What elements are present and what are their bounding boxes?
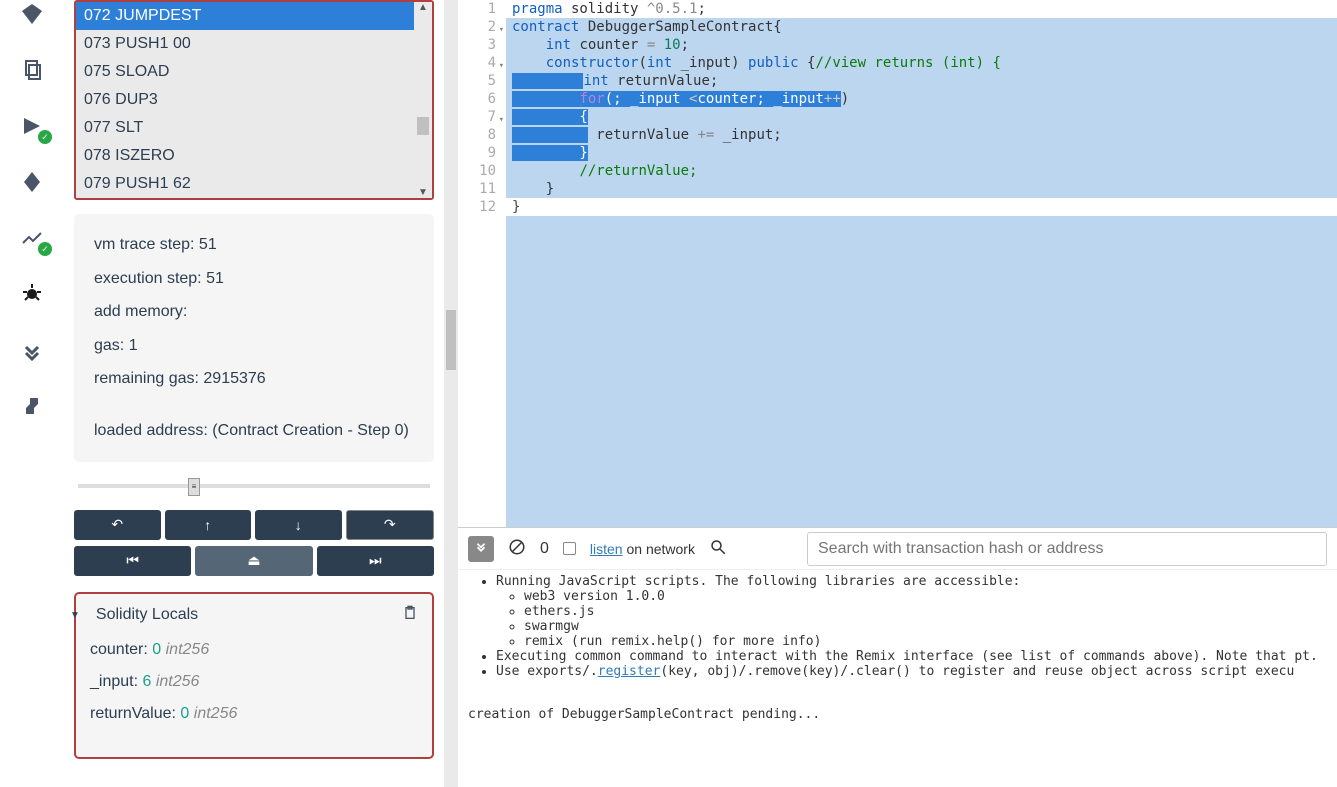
line-number: 4▾ <box>458 54 496 72</box>
line-number: 2▾ <box>458 18 496 36</box>
line-number: 9 <box>458 144 496 162</box>
local-var: returnValue: 0 int256 <box>90 705 418 723</box>
opcode-list[interactable]: 072 JUMPDEST073 PUSH1 00075 SLOAD076 DUP… <box>74 0 434 200</box>
code-area[interactable]: pragma solidity ^0.5.1; contract Debugge… <box>506 0 1337 527</box>
opcode-row[interactable]: 073 PUSH1 00 <box>76 30 432 58</box>
on-network-label: on network <box>623 541 695 557</box>
settings-icon[interactable] <box>18 392 46 420</box>
opcode-row[interactable]: 076 DUP3 <box>76 86 432 114</box>
local-var: _input: 6 int256 <box>90 673 418 691</box>
deploy-icon[interactable] <box>18 168 46 196</box>
step-info: vm trace step: 51 execution step: 51 add… <box>74 214 434 462</box>
step-over-fwd-button[interactable]: ↓ <box>255 510 342 540</box>
line-number: 7▾ <box>458 108 496 126</box>
fold-icon[interactable]: ▾ <box>499 21 504 39</box>
collapse-icon[interactable]: ▼ <box>70 610 80 621</box>
code-editor[interactable]: 12▾34▾567▾89101112 pragma solidity ^0.5.… <box>458 0 1337 527</box>
debugger-icon[interactable] <box>18 280 46 308</box>
line-number: 8 <box>458 126 496 144</box>
term-line: Use exports/.register(key, obj)/.remove(… <box>496 664 1327 679</box>
jump-prev-button[interactable]: ⏮ <box>74 546 191 576</box>
line-number: 10 <box>458 162 496 180</box>
line-number: 5 <box>458 72 496 90</box>
lib-item: web3 version 1.0.0 <box>524 589 1327 604</box>
pending-message: creation of DebuggerSampleContract pendi… <box>468 707 1327 722</box>
gas: gas: 1 <box>94 329 414 363</box>
clear-icon[interactable] <box>508 538 526 559</box>
tx-search-input[interactable] <box>807 532 1327 566</box>
scroll-thumb[interactable] <box>417 117 429 135</box>
slider-handle[interactable]: ≡ <box>188 478 200 496</box>
line-number: 1 <box>458 0 496 18</box>
clipboard-icon[interactable] <box>402 604 418 627</box>
opcode-scrollbar[interactable]: ▲▼ <box>414 2 432 198</box>
line-number: 11 <box>458 180 496 198</box>
files-icon[interactable] <box>18 56 46 84</box>
local-var: counter: 0 int256 <box>90 641 418 659</box>
line-number: 3 <box>458 36 496 54</box>
add-memory: add memory: <box>94 295 414 329</box>
terminal-output[interactable]: Running JavaScript scripts. The followin… <box>458 570 1337 787</box>
remaining-gas: remaining gas: 2915376 <box>94 362 414 396</box>
fold-icon[interactable]: ▾ <box>499 57 504 75</box>
step-into-button[interactable]: ↷ <box>346 510 435 540</box>
lib-item: ethers.js <box>524 604 1327 619</box>
opcode-row[interactable]: 079 PUSH1 62 <box>76 170 432 198</box>
debugger-panel: 072 JUMPDEST073 PUSH1 00075 SLOAD076 DUP… <box>64 0 444 787</box>
sidebar-icons: ✓ ✓ <box>0 0 64 787</box>
terminal-toggle-button[interactable] <box>468 536 494 562</box>
locals-title: Solidity Locals <box>96 606 198 624</box>
pending-count: 0 <box>540 540 549 558</box>
line-gutter: 12▾34▾567▾89101112 <box>458 0 506 527</box>
term-line: Executing common command to interact wit… <box>496 649 1327 664</box>
step-over-back-button[interactable]: ↑ <box>165 510 252 540</box>
loaded-address: loaded address: (Contract Creation - Ste… <box>94 414 414 448</box>
step-slider[interactable]: ≡ <box>78 476 430 496</box>
execution-step: execution step: 51 <box>94 262 414 296</box>
search-icon[interactable] <box>709 538 727 559</box>
solidity-locals-panel: ▼ Solidity Locals counter: 0 int256_inpu… <box>74 592 434 759</box>
line-number: 12 <box>458 198 496 216</box>
step-back-button[interactable]: ↶ <box>74 510 161 540</box>
listen-link[interactable]: listen <box>590 541 623 557</box>
panel-resizer[interactable] <box>444 0 458 787</box>
analysis-icon[interactable]: ✓ <box>18 224 46 252</box>
opcode-row[interactable]: 077 SLT <box>76 114 432 142</box>
remix-logo-icon[interactable] <box>18 0 46 28</box>
jump-next-button[interactable]: ⏭ <box>317 546 434 576</box>
fold-icon[interactable]: ▾ <box>499 111 504 129</box>
line-number: 6 <box>458 90 496 108</box>
check-badge-icon: ✓ <box>38 242 52 256</box>
opcode-row[interactable]: 078 ISZERO <box>76 142 432 170</box>
opcode-row[interactable]: 075 SLOAD <box>76 58 432 86</box>
jump-out-button[interactable]: ⏏ <box>195 546 312 576</box>
vm-trace-step: vm trace step: 51 <box>94 228 414 262</box>
check-badge-icon: ✓ <box>38 130 52 144</box>
plugin-icon[interactable] <box>18 336 46 364</box>
lib-item: swarmgw <box>524 619 1327 634</box>
lib-item: remix (run remix.help() for more info) <box>524 634 1327 649</box>
compile-icon[interactable]: ✓ <box>18 112 46 140</box>
opcode-row[interactable]: 072 JUMPDEST <box>76 2 432 30</box>
listen-checkbox[interactable] <box>563 542 576 555</box>
terminal-panel: 0 listen on network Running JavaScript s… <box>458 527 1337 787</box>
